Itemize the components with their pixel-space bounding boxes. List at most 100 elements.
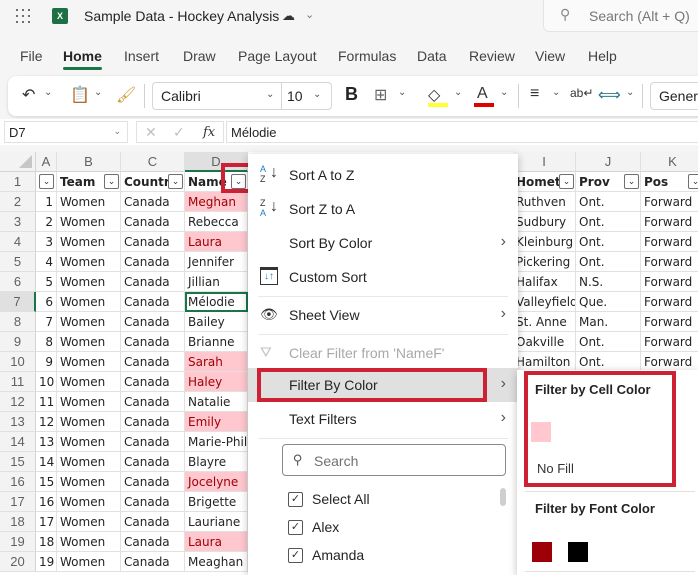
- table-cell[interactable]: Blayre: [185, 452, 248, 472]
- row-header[interactable]: 12: [0, 392, 36, 412]
- table-cell[interactable]: Lauriane: [185, 512, 248, 532]
- table-cell[interactable]: 18: [36, 532, 57, 552]
- no-fill-option[interactable]: No Fill: [537, 461, 574, 476]
- checkbox-checked-icon[interactable]: ✓: [288, 492, 303, 507]
- table-cell[interactable]: 1: [36, 192, 57, 212]
- table-cell[interactable]: Ont.: [576, 352, 641, 372]
- table-cell[interactable]: Ont.: [576, 332, 641, 352]
- table-cell[interactable]: Pickering: [513, 252, 576, 272]
- table-cell[interactable]: Ont.: [576, 232, 641, 252]
- table-cell[interactable]: Que.: [576, 292, 641, 312]
- filter-button-d[interactable]: ⌄: [231, 174, 246, 189]
- table-cell[interactable]: Jillian: [185, 272, 248, 292]
- tab-insert[interactable]: Insert: [124, 48, 159, 64]
- bold-button[interactable]: B: [345, 84, 358, 105]
- borders-icon[interactable]: ⊞: [374, 85, 387, 105]
- table-cell[interactable]: 12: [36, 412, 57, 432]
- chevron-down-icon[interactable]: ⌄: [94, 87, 102, 98]
- table-cell[interactable]: Canada: [121, 472, 185, 492]
- confirm-icon[interactable]: ✓: [173, 124, 185, 141]
- table-cell[interactable]: Forward: [641, 252, 698, 272]
- fill-color-icon[interactable]: ◇: [428, 85, 440, 105]
- table-cell[interactable]: Forward: [641, 292, 698, 312]
- column-header-b[interactable]: B: [57, 152, 121, 172]
- list-scrollbar[interactable]: [500, 488, 506, 506]
- table-cell[interactable]: Marie-Phili: [185, 432, 248, 452]
- table-cell[interactable]: 15: [36, 472, 57, 492]
- tab-file[interactable]: File: [20, 48, 43, 64]
- column-header-i[interactable]: I: [513, 152, 576, 172]
- menu-item-sheet-view[interactable]: 👁 Sheet View ›: [248, 298, 518, 332]
- tab-page-layout[interactable]: Page Layout: [238, 48, 317, 64]
- table-cell[interactable]: 17: [36, 512, 57, 532]
- table-cell[interactable]: Women: [57, 372, 121, 392]
- table-cell[interactable]: Oakville: [513, 332, 576, 352]
- filter-search-input[interactable]: ⚲ Search: [282, 444, 506, 476]
- table-cell[interactable]: Canada: [121, 272, 185, 292]
- tab-help[interactable]: Help: [588, 48, 617, 64]
- table-cell[interactable]: Women: [57, 512, 121, 532]
- table-cell[interactable]: 6: [36, 292, 57, 312]
- row-header[interactable]: 3: [0, 212, 36, 232]
- table-cell[interactable]: Jennifer: [185, 252, 248, 272]
- filter-button-b[interactable]: ⌄: [104, 174, 119, 189]
- search-box[interactable]: ⚲ Search (Alt + Q): [543, 0, 698, 32]
- select-all-corner[interactable]: [0, 152, 36, 172]
- cancel-icon[interactable]: ✕: [145, 124, 157, 141]
- table-cell[interactable]: Canada: [121, 512, 185, 532]
- row-header[interactable]: 1: [0, 172, 36, 192]
- table-cell[interactable]: 9: [36, 352, 57, 372]
- chevron-down-icon[interactable]: ⌄: [113, 126, 121, 137]
- filter-button-i[interactable]: ⌄: [559, 174, 574, 189]
- table-cell[interactable]: Canada: [121, 232, 185, 252]
- chevron-down-icon[interactable]: ⌄: [398, 87, 406, 98]
- table-cell[interactable]: 14: [36, 452, 57, 472]
- table-cell[interactable]: Women: [57, 272, 121, 292]
- tab-data[interactable]: Data: [417, 48, 447, 64]
- table-cell[interactable]: Women: [57, 412, 121, 432]
- tab-review[interactable]: Review: [469, 48, 515, 64]
- table-cell[interactable]: Ont.: [576, 252, 641, 272]
- column-header-a[interactable]: A: [36, 152, 57, 172]
- table-cell[interactable]: Women: [57, 252, 121, 272]
- table-cell[interactable]: Rebecca: [185, 212, 248, 232]
- chevron-down-icon[interactable]: ⌄: [626, 87, 634, 98]
- table-cell[interactable]: Brigette: [185, 492, 248, 512]
- checkbox-checked-icon[interactable]: ✓: [288, 548, 303, 563]
- row-header[interactable]: 17: [0, 492, 36, 512]
- table-cell[interactable]: Forward: [641, 272, 698, 292]
- row-header[interactable]: 9: [0, 332, 36, 352]
- table-cell[interactable]: Women: [57, 492, 121, 512]
- table-cell[interactable]: Laura: [185, 232, 248, 252]
- table-cell[interactable]: Canada: [121, 552, 185, 572]
- table-cell[interactable]: 3: [36, 232, 57, 252]
- table-cell[interactable]: Forward: [641, 332, 698, 352]
- table-cell[interactable]: Women: [57, 352, 121, 372]
- table-cell[interactable]: Forward: [641, 212, 698, 232]
- font-color-swatch-black[interactable]: [568, 542, 588, 562]
- app-launcher-icon[interactable]: [16, 9, 30, 23]
- table-cell[interactable]: Haley: [185, 372, 248, 392]
- row-header[interactable]: 18: [0, 512, 36, 532]
- table-cell[interactable]: St. Anne: [513, 312, 576, 332]
- table-cell[interactable]: Canada: [121, 292, 185, 312]
- chevron-down-icon[interactable]: ⌄: [305, 8, 314, 21]
- filter-button-c[interactable]: ⌄: [168, 174, 183, 189]
- table-cell[interactable]: Women: [57, 212, 121, 232]
- table-cell[interactable]: Women: [57, 432, 121, 452]
- wrap-text-icon[interactable]: ab↵: [570, 86, 593, 100]
- row-header[interactable]: 19: [0, 532, 36, 552]
- undo-icon[interactable]: ↶: [22, 85, 35, 105]
- table-cell[interactable]: Canada: [121, 392, 185, 412]
- table-cell[interactable]: N.S.: [576, 272, 641, 292]
- table-cell[interactable]: Women: [57, 532, 121, 552]
- tab-formulas[interactable]: Formulas: [338, 48, 396, 64]
- table-cell[interactable]: Canada: [121, 212, 185, 232]
- menu-item-filter-by-color[interactable]: Filter By Color ›: [248, 368, 518, 402]
- filter-button-j[interactable]: ⌄: [624, 174, 639, 189]
- menu-item-text-filters[interactable]: Text Filters ›: [248, 402, 518, 436]
- table-cell[interactable]: 11: [36, 392, 57, 412]
- document-title[interactable]: Sample Data - Hockey Analysis: [84, 8, 279, 24]
- table-cell[interactable]: Women: [57, 332, 121, 352]
- table-cell[interactable]: Canada: [121, 352, 185, 372]
